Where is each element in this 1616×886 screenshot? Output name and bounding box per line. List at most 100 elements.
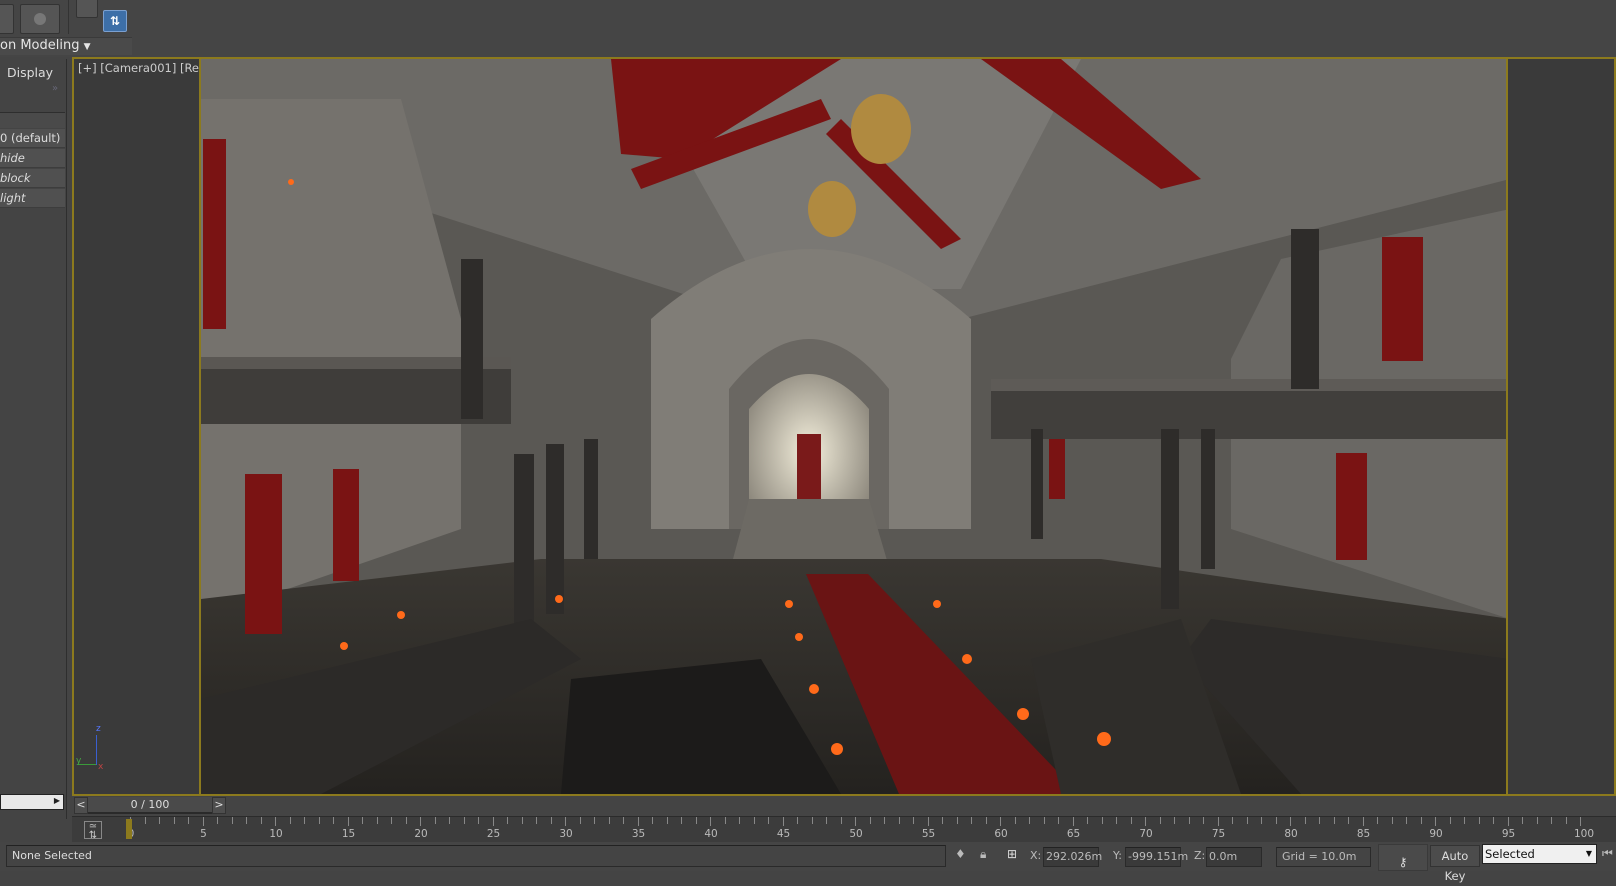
isolate-icon[interactable]: ♦ [955, 847, 966, 861]
frame-tick [1058, 817, 1059, 824]
panel-scrollbar[interactable]: ▶ [0, 794, 64, 810]
next-frame-button[interactable]: > [212, 797, 226, 814]
set-key-icon[interactable]: ⚷ [1378, 844, 1428, 871]
frame-tick [275, 817, 276, 826]
layer-item[interactable]: hide [0, 149, 65, 168]
frame-tick [304, 817, 305, 824]
frame-tick [710, 817, 711, 826]
frame-tick [1246, 817, 1248, 824]
frame-tick [1377, 817, 1378, 824]
align-icon[interactable] [76, 0, 98, 18]
frame-tick-label: 75 [1211, 828, 1226, 840]
frame-tick [1420, 817, 1422, 824]
frame-tick-label: 45 [776, 828, 791, 840]
expand-icon[interactable]: » [52, 83, 58, 94]
selection-status: None Selected [6, 845, 946, 867]
frame-tick [1478, 817, 1480, 824]
frame-tick-label: 65 [1066, 828, 1081, 840]
frame-tick [536, 817, 537, 824]
x-coordinate-field[interactable]: 292.026m [1043, 847, 1102, 867]
frame-tick-label: 80 [1284, 828, 1298, 840]
frame-tick-label: 60 [994, 828, 1008, 840]
frame-tick [1580, 817, 1581, 826]
right-balcony [991, 389, 1506, 439]
frame-tick [1145, 817, 1146, 826]
frame-tick [971, 817, 972, 824]
frame-tick [855, 817, 856, 826]
object-paint-icon[interactable] [0, 4, 14, 34]
frame-tick [420, 817, 421, 826]
frame-tick [492, 817, 494, 826]
frame-tick [1217, 817, 1219, 826]
frame-tick [1159, 817, 1161, 824]
frame-tick [797, 817, 798, 824]
frame-tick [1507, 817, 1509, 826]
frame-tick [449, 817, 450, 824]
key-filter-select[interactable]: Selected ▼ [1482, 844, 1597, 864]
frame-tick-label: 95 [1501, 828, 1516, 840]
frame-tick [521, 817, 523, 824]
frame-tick [1029, 817, 1030, 824]
axis-gizmo: z y x [76, 724, 103, 772]
frame-tick [1391, 817, 1393, 824]
trackbar[interactable]: ≃⇅ 0510152025303540455055606570758085909… [72, 816, 1616, 842]
y-coordinate-field[interactable]: -999.151m [1125, 847, 1188, 867]
time-slider[interactable]: < 0 / 100 > [72, 797, 234, 815]
frame-tick [231, 817, 233, 824]
frame-tick [1275, 817, 1277, 824]
transform-mode-icon[interactable]: ⊞ [1007, 847, 1017, 861]
tab-display[interactable]: Display [7, 65, 53, 80]
layer-item[interactable]: 0 (default) [0, 129, 65, 148]
frame-tick [927, 817, 929, 826]
lock-icon[interactable]: 🔒︎ [980, 847, 986, 862]
time-slider-thumb[interactable]: 0 / 100 [88, 797, 212, 814]
ribbon-dropdown[interactable]: on Modeling ▼ [0, 37, 132, 55]
chevron-down-icon: ▼ [1585, 849, 1592, 858]
command-panel: Display » 0 (default) hide block light ▶ [0, 59, 67, 819]
frame-tick [347, 817, 349, 826]
frame-tick-label: 10 [269, 828, 283, 840]
frame-tick [942, 817, 943, 824]
frame-tick-label: 90 [1429, 828, 1443, 840]
frame-tick [405, 817, 407, 824]
ribbon-label: on Modeling [0, 38, 80, 53]
main-toolbar: ⇅ on Modeling ▼ [0, 0, 1616, 57]
frame-tick-label: 55 [921, 828, 936, 840]
frame-tick [1000, 817, 1001, 826]
frame-tick-label: 25 [486, 828, 501, 840]
record-button[interactable] [20, 4, 60, 34]
frame-tick [869, 817, 871, 824]
camera-viewport-render[interactable] [199, 59, 1508, 794]
swap-icon[interactable]: ⇅ [103, 10, 127, 32]
frame-tick [434, 817, 436, 824]
frame-ticks: 0510152025303540455055606570758085909510… [72, 817, 1616, 843]
frame-tick-label: 85 [1356, 828, 1371, 840]
current-frame-marker[interactable] [126, 819, 132, 839]
frame-tick [1449, 817, 1451, 824]
frame-tick-label: 20 [414, 828, 428, 840]
frame-tick [1551, 817, 1552, 824]
frame-tick [507, 817, 508, 824]
auto-key-button[interactable]: Auto Key [1430, 845, 1480, 883]
frame-tick [1014, 817, 1016, 824]
frame-tick [246, 817, 247, 824]
frame-tick [1116, 817, 1117, 824]
prev-frame-button[interactable]: < [74, 797, 88, 814]
frame-tick [608, 817, 610, 824]
frame-tick [884, 817, 885, 824]
frame-tick [376, 817, 378, 824]
z-coordinate-field[interactable]: 0.0m [1206, 847, 1262, 867]
frame-tick-label: 100 [1574, 828, 1595, 840]
layer-item[interactable]: light [0, 189, 65, 208]
frame-tick [333, 817, 334, 824]
frame-tick-label: 50 [849, 828, 863, 840]
frame-tick [1565, 817, 1567, 824]
frame-tick [260, 817, 262, 824]
chevron-down-icon: ▼ [83, 42, 91, 52]
layer-item[interactable]: block [0, 169, 65, 188]
frame-tick [898, 817, 900, 824]
go-to-start-icon[interactable]: ⏮ [1602, 846, 1613, 861]
frame-tick [217, 817, 218, 824]
frame-tick [956, 817, 958, 824]
frame-tick [1087, 817, 1088, 824]
